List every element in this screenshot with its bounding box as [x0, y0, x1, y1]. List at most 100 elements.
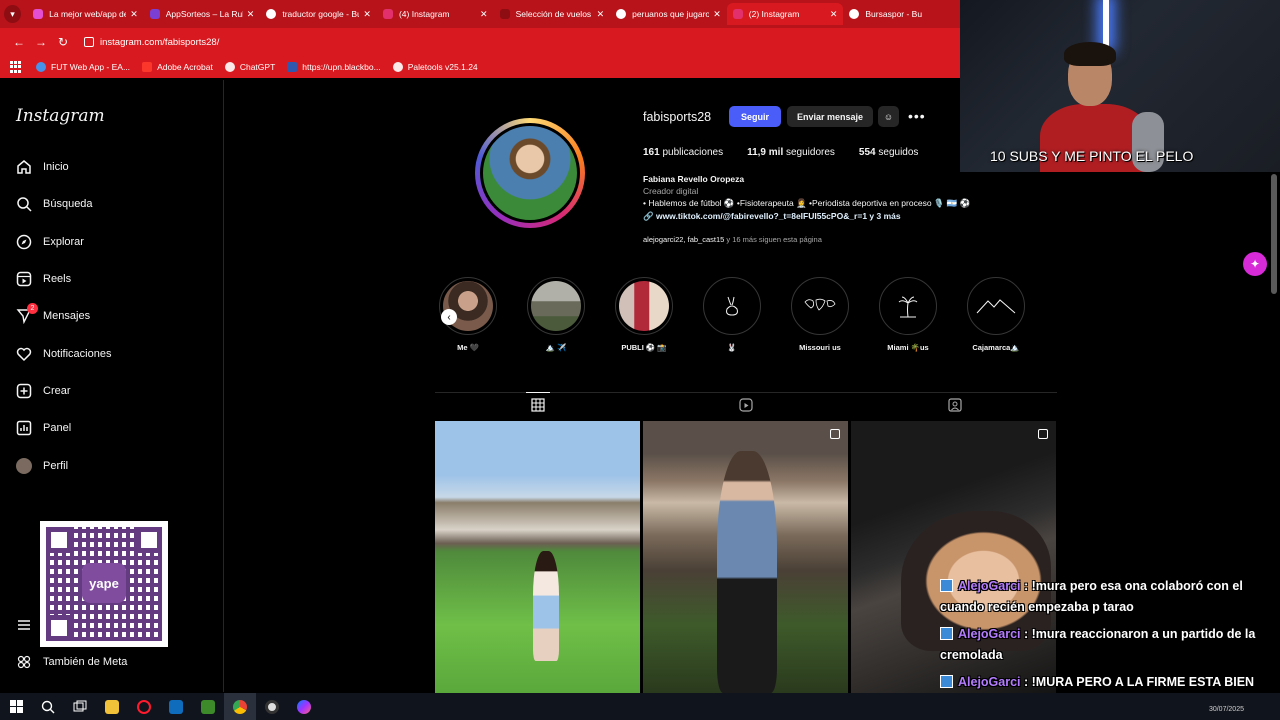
windows-taskbar: 30/07/2025 [0, 693, 1280, 720]
sidebar-item-mensajes[interactable]: 2 Mensajes [16, 303, 90, 328]
close-icon[interactable]: ✕ [597, 9, 605, 20]
reload-icon[interactable]: ↻ [52, 35, 74, 49]
messenger-app-icon[interactable] [288, 693, 320, 720]
browser-tab[interactable]: (4) Instagram ✕ [377, 3, 494, 25]
close-icon[interactable]: ✕ [480, 9, 488, 20]
tab-reels[interactable] [738, 397, 754, 413]
story-highlight[interactable]: Missouri us [790, 277, 850, 352]
opera-icon[interactable] [128, 693, 160, 720]
sidebar-item-meta[interactable]: También de Meta [16, 650, 127, 674]
followed-by[interactable]: alejogarci22, fab_cast15 y 16 más siguen… [643, 235, 822, 244]
follow-button[interactable]: Seguir [729, 106, 781, 127]
story-highlight[interactable]: Cajamarca🏔️ [966, 277, 1026, 352]
compass-icon [16, 234, 32, 250]
chart-icon [16, 420, 32, 436]
browser-tab[interactable]: Bursaspor - Bu [843, 3, 960, 25]
close-icon[interactable]: ✕ [363, 9, 371, 20]
notification-badge: 2 [27, 303, 38, 314]
sidebar-item-reels[interactable]: Reels [16, 267, 71, 291]
send-message-button[interactable]: Enviar mensaje [787, 106, 873, 127]
followers-count[interactable]: 11,9 mil seguidores [747, 147, 835, 158]
taskbar-clock: 30/07/2025 [1208, 706, 1244, 713]
webcam-overlay: 10 SUBS Y ME PINTO EL PELO [960, 0, 1280, 172]
bio-link[interactable]: 🔗 www.tiktok.com/@fabirevello?_t=8eIFUI5… [643, 210, 1003, 222]
acrobat-icon [142, 62, 153, 72]
browser-tab[interactable]: traductor google - Bu ✕ [260, 3, 377, 25]
back-icon[interactable]: ← [8, 35, 30, 49]
carousel-icon [830, 429, 840, 439]
sidebar-item-explorar[interactable]: Explorar [16, 230, 84, 254]
search-icon [16, 196, 32, 212]
suggest-user-button[interactable]: ☺ [878, 106, 899, 127]
browser-tab[interactable]: peruanos que jugaro ✕ [610, 3, 727, 25]
sidebar-item-notificaciones[interactable]: Notificaciones [16, 342, 111, 366]
sidebar-item-busqueda[interactable]: Búsqueda [16, 192, 93, 216]
bookmark[interactable]: ChatGPT [224, 62, 275, 72]
search-icon[interactable] [32, 693, 64, 720]
tab-favicon [732, 9, 743, 19]
post-thumbnail[interactable] [435, 421, 640, 693]
following-count[interactable]: 554 seguidos [859, 147, 919, 158]
tab-favicon [266, 9, 277, 19]
task-view-icon[interactable] [64, 693, 96, 720]
windows-start-icon[interactable] [0, 693, 32, 720]
sidebar-item-panel[interactable]: Panel [16, 416, 71, 440]
link-icon: 🔗 [643, 210, 656, 221]
browser-tab-active[interactable]: (2) Instagram ✕ [726, 3, 844, 25]
tab-favicon [616, 9, 627, 19]
light-bar [1103, 0, 1109, 46]
bookmark[interactable]: Adobe Acrobat [142, 62, 213, 72]
browser-tab[interactable]: La mejor web/app de ✕ [27, 3, 144, 25]
highlights-prev-button[interactable]: ‹ [441, 309, 457, 325]
url-field[interactable]: instagram.com/fabisports28/ [84, 31, 219, 53]
chat-badge-icon [940, 675, 953, 688]
home-icon [16, 159, 32, 175]
chat-message: AlejoGarci : !mura pero esa ona colaboró… [940, 579, 1243, 614]
post-thumbnail[interactable] [643, 421, 848, 693]
tab-search-button[interactable]: ▾ [4, 5, 22, 23]
carousel-icon [1038, 429, 1048, 439]
site-info-icon[interactable] [84, 37, 94, 47]
story-highlight[interactable]: 🐰 [702, 277, 762, 352]
bookmark[interactable]: FUT Web App - EA... [36, 62, 130, 72]
file-explorer-icon[interactable] [96, 693, 128, 720]
close-icon[interactable]: ✕ [130, 9, 138, 20]
add-user-icon: ☺ [883, 111, 894, 122]
instagram-logo[interactable]: Instagram [16, 106, 105, 126]
sidebar-item-crear[interactable]: Crear [16, 379, 71, 403]
stream-overlay-text: 10 SUBS Y ME PINTO EL PELO [990, 148, 1194, 164]
profile-avatar[interactable] [475, 118, 585, 228]
more-options-icon[interactable]: ••• [908, 108, 926, 124]
bio-text: • Hablemos de fútbol ⚽ •Fisioterapeuta 👩… [643, 198, 971, 209]
tab-favicon [499, 9, 510, 19]
close-icon[interactable]: ✕ [830, 9, 838, 20]
blackboard-icon [287, 62, 298, 72]
story-highlight[interactable]: Miami 🌴us [878, 277, 938, 352]
bookmark[interactable]: Paletools v25.1.24 [392, 62, 478, 72]
world-map-icon [804, 298, 836, 311]
tab-tagged[interactable] [947, 397, 963, 413]
story-highlight[interactable]: PUBLI ⚽ 📸 [614, 277, 674, 352]
close-icon[interactable]: ✕ [713, 9, 721, 20]
minecraft-icon[interactable] [192, 693, 224, 720]
apps-grid-icon[interactable] [10, 61, 22, 73]
chat-badge-icon [940, 579, 953, 592]
more-menu-button[interactable] [16, 613, 43, 637]
tab-favicon [149, 9, 160, 19]
sidebar-item-inicio[interactable]: Inicio [16, 155, 69, 179]
tagged-user-icon [948, 398, 962, 412]
outlook-icon[interactable] [160, 693, 192, 720]
sidebar-item-perfil[interactable]: Perfil [16, 454, 68, 478]
obs-icon[interactable] [256, 693, 288, 720]
browser-tab[interactable]: Selección de vuelos | ✕ [494, 3, 611, 25]
chat-badge-icon [940, 627, 953, 640]
browser-tab[interactable]: AppSorteos – La Rule ✕ [144, 3, 261, 25]
story-highlight[interactable]: 🏔️ ✈️ [526, 277, 586, 352]
bookmark[interactable]: https://upn.blackbo... [287, 62, 381, 72]
tab-posts-grid[interactable] [526, 392, 550, 413]
forward-icon[interactable]: → [30, 35, 52, 49]
profile-category: Creador digital [643, 186, 699, 197]
extension-float-icon[interactable]: ✦ [1243, 252, 1267, 276]
chrome-icon[interactable] [224, 693, 256, 720]
close-icon[interactable]: ✕ [247, 9, 255, 20]
